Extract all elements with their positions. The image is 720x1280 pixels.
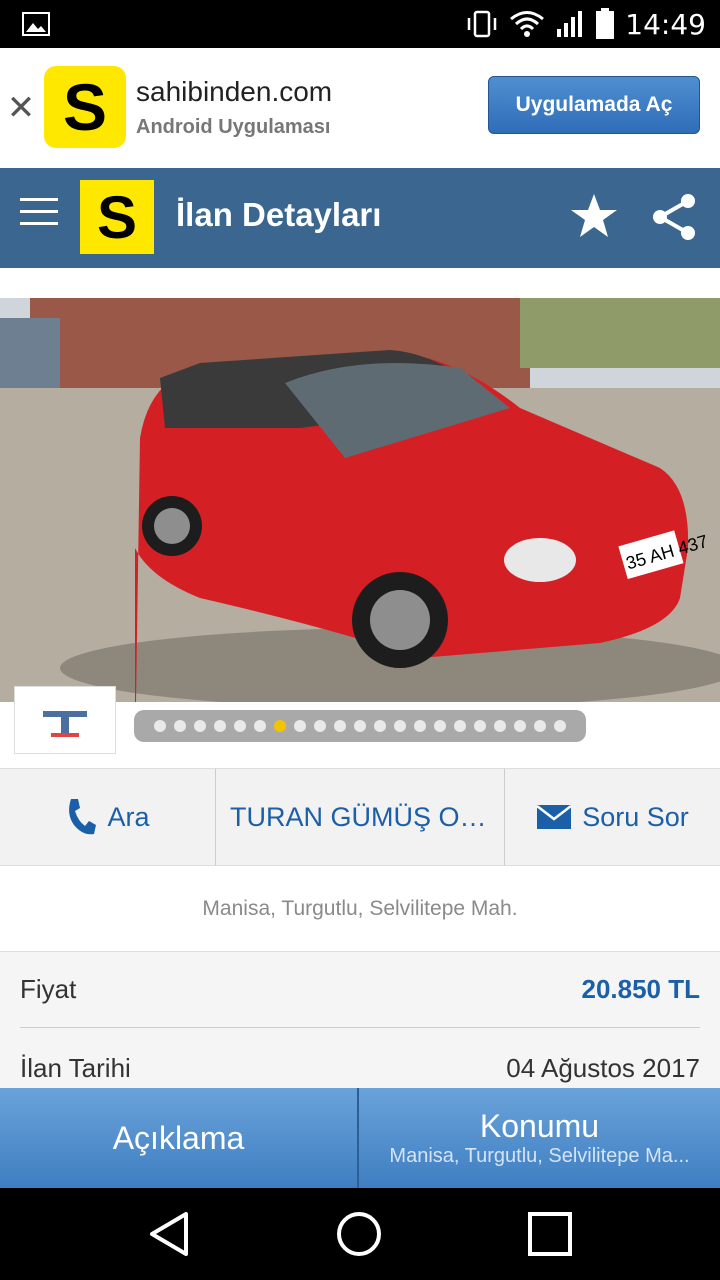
open-in-app-button[interactable]: Uygulamada Aç — [488, 76, 700, 134]
gallery-dot[interactable] — [294, 720, 306, 732]
gallery-dot[interactable] — [514, 720, 526, 732]
gallery-dot[interactable] — [314, 720, 326, 732]
location-tab-label: Konumu — [479, 1108, 600, 1144]
gallery-dot[interactable] — [174, 720, 186, 732]
gallery-dot[interactable] — [154, 720, 166, 732]
date-value: 04 Ağustos 2017 — [506, 1052, 700, 1083]
ask-question-button[interactable]: Soru Sor — [505, 769, 720, 865]
gallery-dot[interactable] — [194, 720, 206, 732]
gallery-dot[interactable] — [454, 720, 466, 732]
gallery-dot[interactable] — [394, 720, 406, 732]
banner-subtitle: Android Uygulaması — [136, 116, 331, 138]
app-header: S İlan Detayları — [0, 168, 720, 268]
seller-name: TURAN GÜMÜŞ OT... — [230, 801, 490, 832]
home-icon[interactable] — [335, 1210, 383, 1258]
app-install-banner: ✕ S sahibinden.com Android Uygulaması Uy… — [0, 48, 720, 168]
price-label: Fiyat — [20, 974, 77, 1004]
gallery-dot[interactable] — [354, 720, 366, 732]
app-logo: S — [44, 66, 126, 148]
gallery-dot[interactable] — [414, 720, 426, 732]
date-label: İlan Tarihi — [20, 1052, 131, 1083]
phone-icon — [69, 799, 97, 835]
gallery-dot[interactable] — [334, 720, 346, 732]
car-photo: 35 AH 437 — [0, 298, 720, 702]
header-logo[interactable]: S — [80, 180, 154, 254]
seller-logo-icon — [43, 711, 87, 737]
favorite-star-icon[interactable] — [570, 192, 618, 240]
price-value: 20.850 TL — [581, 974, 700, 1004]
status-bar: 14:49 — [0, 0, 720, 48]
listing-photo[interactable]: 35 AH 437 — [0, 298, 720, 702]
ask-question-label: Soru Sor — [582, 801, 689, 832]
gallery-dot[interactable] — [474, 720, 486, 732]
gallery-dot[interactable] — [234, 720, 246, 732]
recent-apps-icon[interactable] — [526, 1210, 574, 1258]
gallery-dot[interactable] — [374, 720, 386, 732]
contact-actions: Ara TURAN GÜMÜŞ OT... Soru Sor — [0, 768, 720, 866]
envelope-icon — [536, 805, 572, 829]
battery-icon — [596, 8, 615, 39]
share-icon[interactable] — [650, 192, 700, 242]
gallery-dot[interactable] — [534, 720, 546, 732]
call-button[interactable]: Ara — [0, 769, 216, 865]
gallery-pagination[interactable] — [134, 710, 586, 742]
system-nav-bar — [0, 1188, 720, 1280]
call-label: Ara — [107, 801, 150, 832]
location-tab[interactable]: Konumu Manisa, Turgutlu, Selvilitepe Ma.… — [359, 1088, 720, 1188]
price-row: Fiyat 20.850 TL — [20, 952, 700, 1028]
close-banner-button[interactable]: ✕ — [6, 88, 36, 128]
gallery-dot[interactable] — [274, 720, 286, 732]
clock: 14:49 — [625, 7, 706, 41]
description-tab[interactable]: Açıklama — [0, 1088, 359, 1188]
gallery-dot[interactable] — [494, 720, 506, 732]
gallery-dot[interactable] — [214, 720, 226, 732]
description-tab-label: Açıklama — [112, 1119, 245, 1156]
signal-icon — [557, 11, 583, 37]
gallery-dot[interactable] — [434, 720, 446, 732]
gallery-dot[interactable] — [554, 720, 566, 732]
listing-location: Manisa, Turgutlu, Selvilitepe Mah. — [0, 866, 720, 952]
image-notification-icon — [22, 12, 50, 36]
hamburger-menu-icon[interactable] — [20, 198, 58, 228]
banner-title: sahibinden.com — [136, 76, 333, 107]
back-icon[interactable] — [146, 1210, 194, 1258]
listing-details: Fiyat 20.850 TL İlan Tarihi 04 Ağustos 2… — [0, 952, 720, 1088]
seller-button[interactable]: TURAN GÜMÜŞ OT... — [216, 769, 505, 865]
date-row: İlan Tarihi 04 Ağustos 2017 — [20, 1030, 700, 1088]
seller-logo-thumbnail[interactable] — [14, 686, 116, 754]
gallery-dot[interactable] — [254, 720, 266, 732]
location-tab-subtitle: Manisa, Turgutlu, Selvilitepe Ma... — [389, 1145, 690, 1167]
bottom-tabs: Açıklama Konumu Manisa, Turgutlu, Selvil… — [0, 1088, 720, 1188]
wifi-icon — [510, 11, 545, 37]
page-title: İlan Detayları — [176, 196, 382, 233]
vibrate-icon — [468, 10, 497, 38]
